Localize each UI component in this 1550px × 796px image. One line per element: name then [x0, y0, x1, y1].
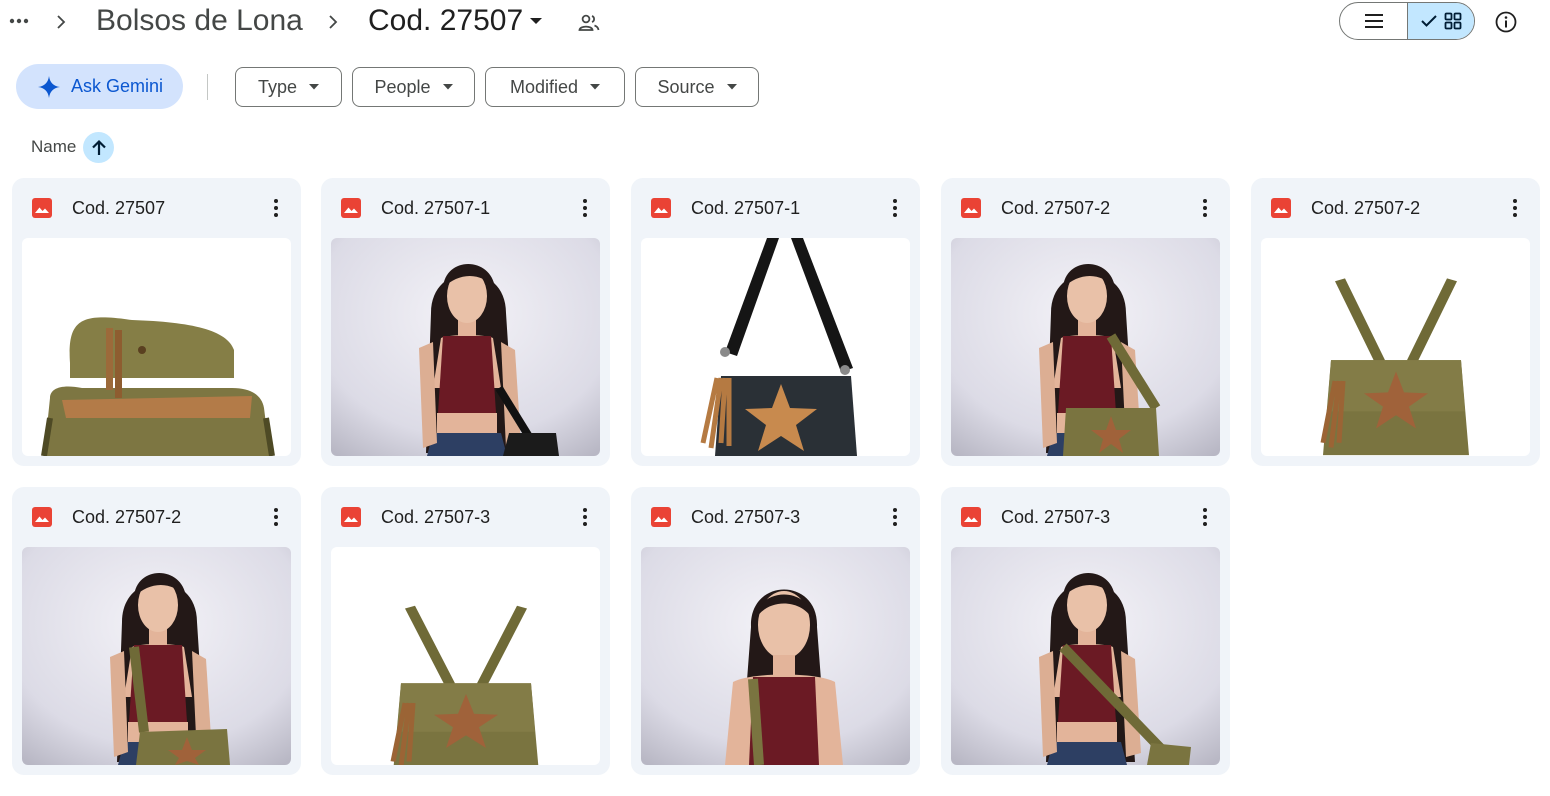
grid-view-button[interactable] [1407, 3, 1474, 39]
file-card[interactable]: Cod. 27507-2 [941, 178, 1230, 466]
file-card[interactable]: Cod. 27507-2 [1251, 178, 1540, 466]
current-folder-title: Cod. 27507 [368, 4, 524, 37]
image-file-icon [32, 198, 52, 218]
info-icon [1495, 11, 1517, 33]
file-card[interactable]: Cod. 27507 [12, 178, 301, 466]
file-thumbnail [641, 238, 910, 456]
list-icon [1364, 14, 1383, 28]
ask-gemini-label: Ask Gemini [71, 76, 164, 96]
file-name: Cod. 27507-2 [1001, 198, 1111, 218]
sort-by-name-label[interactable]: Name [31, 136, 76, 158]
source-filter-chip[interactable]: Source [635, 67, 759, 107]
more-vert-icon [1203, 199, 1207, 217]
people-icon [576, 10, 602, 36]
chip-label: Type [257, 76, 298, 97]
file-thumbnail [641, 547, 910, 765]
breadcrumb-parent-folder[interactable]: Bolsos de Lona [96, 3, 303, 39]
more-actions-button[interactable] [1503, 194, 1527, 222]
file-card[interactable]: Cod. 27507-3 [631, 487, 920, 775]
list-view-button[interactable] [1340, 3, 1407, 39]
file-card[interactable]: Cod. 27507-2 [12, 487, 301, 775]
image-file-icon [1271, 198, 1291, 218]
more-actions-button[interactable] [883, 503, 907, 531]
more-actions-button[interactable] [1193, 194, 1217, 222]
image-file-icon [961, 507, 981, 527]
file-name: Cod. 27507-1 [381, 198, 491, 218]
more-actions-button[interactable] [264, 503, 288, 531]
file-name: Cod. 27507-1 [691, 198, 801, 218]
file-name: Cod. 27507-2 [1311, 198, 1421, 218]
file-thumbnail [1261, 238, 1530, 456]
more-horiz-icon [9, 18, 29, 24]
caret-down-icon [590, 84, 601, 90]
more-actions-button[interactable] [573, 503, 597, 531]
file-thumbnail [951, 238, 1220, 456]
caret-down-icon [530, 18, 543, 24]
modified-filter-chip[interactable]: Modified [485, 67, 625, 107]
more-actions-button[interactable] [264, 194, 288, 222]
filter-divider [207, 74, 208, 100]
view-toggle [1339, 2, 1475, 40]
more-vert-icon [893, 199, 897, 217]
people-filter-chip[interactable]: People [352, 67, 475, 107]
chevron-right-icon [323, 10, 343, 34]
check-icon [1421, 15, 1437, 27]
file-name: Cod. 27507-3 [691, 507, 801, 527]
more-vert-icon [583, 199, 587, 217]
file-thumbnail [951, 547, 1220, 765]
image-file-icon [961, 198, 981, 218]
chip-label: Source [657, 76, 715, 97]
more-vert-icon [893, 508, 897, 526]
file-name: Cod. 27507-3 [1001, 507, 1111, 527]
file-name: Cod. 27507-3 [381, 507, 491, 527]
image-file-icon [651, 198, 671, 218]
caret-down-icon [309, 84, 320, 90]
gemini-sparkle-icon [38, 75, 60, 98]
more-breadcrumb-button[interactable] [4, 6, 34, 36]
image-file-icon [341, 198, 361, 218]
more-vert-icon [583, 508, 587, 526]
file-thumbnail [331, 238, 600, 456]
file-thumbnail [22, 547, 291, 765]
image-file-icon [32, 507, 52, 527]
image-file-icon [341, 507, 361, 527]
chevron-right-icon [51, 10, 71, 34]
more-vert-icon [274, 199, 278, 217]
info-button[interactable] [1490, 6, 1522, 38]
more-vert-icon [1513, 199, 1517, 217]
more-actions-button[interactable] [573, 194, 597, 222]
chip-label: Modified [509, 76, 579, 97]
caret-down-icon [442, 84, 453, 90]
more-vert-icon [1203, 508, 1207, 526]
more-actions-button[interactable] [883, 194, 907, 222]
sort-direction-button[interactable] [83, 132, 114, 163]
more-vert-icon [274, 508, 278, 526]
more-actions-button[interactable] [1193, 503, 1217, 531]
file-name: Cod. 27507 [72, 198, 166, 218]
file-name: Cod. 27507-2 [72, 507, 182, 527]
grid-icon [1444, 12, 1462, 30]
image-file-icon [651, 507, 671, 527]
file-thumbnail [22, 238, 291, 456]
ask-gemini-button[interactable]: Ask Gemini [16, 64, 183, 109]
type-filter-chip[interactable]: Type [235, 67, 342, 107]
arrow-up-icon [91, 139, 106, 155]
file-thumbnail [331, 547, 600, 765]
file-card[interactable]: Cod. 27507-3 [321, 487, 610, 775]
file-card[interactable]: Cod. 27507-1 [321, 178, 610, 466]
chip-label: People [374, 76, 431, 97]
caret-down-icon [726, 84, 737, 90]
breadcrumb-current-folder[interactable]: Cod. 27507 [368, 3, 543, 39]
file-card[interactable]: Cod. 27507-3 [941, 487, 1230, 775]
file-card[interactable]: Cod. 27507-1 [631, 178, 920, 466]
